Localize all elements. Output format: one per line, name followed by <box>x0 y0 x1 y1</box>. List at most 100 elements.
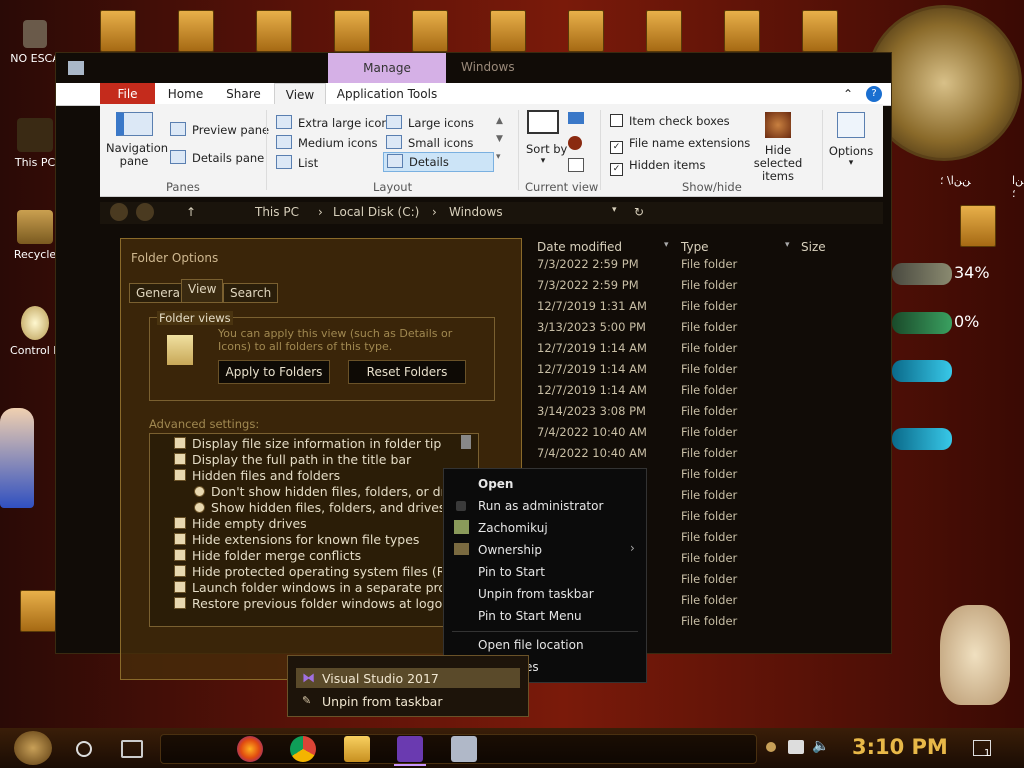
show-hidden-icons[interactable] <box>766 742 776 752</box>
hidden-items-checkbox[interactable]: ✓ <box>610 163 623 176</box>
unpin-from-taskbar-item[interactable]: Unpin from taskbar <box>322 694 442 709</box>
desktop-file-icon[interactable] <box>646 10 682 52</box>
checkbox[interactable] <box>174 533 186 545</box>
desktop-file-icon[interactable] <box>568 10 604 52</box>
menu-item-open[interactable]: Open <box>478 477 513 491</box>
back-button[interactable] <box>110 203 128 221</box>
help-icon[interactable]: ? <box>866 86 882 102</box>
tab-application-tools[interactable]: Application Tools <box>332 83 442 105</box>
table-row[interactable]: 7/4/2022 10:40 AM File folder <box>482 443 782 463</box>
file-name-extensions-option[interactable]: ✓ File name extensions <box>610 136 750 154</box>
menu-item-unpin-from-taskbar[interactable]: Unpin from taskbar <box>478 587 594 601</box>
navigation-pane-button[interactable]: Navigation pane <box>106 112 168 168</box>
tab-view-options[interactable]: View <box>181 279 224 303</box>
up-arrow-icon[interactable]: ↑ <box>186 205 196 219</box>
desktop-file-icon[interactable] <box>178 10 214 52</box>
table-row[interactable]: 12/7/2019 1:14 AM File folder <box>482 359 782 379</box>
layout-large-icons[interactable]: Large icons <box>386 115 474 130</box>
desktop-file-icon[interactable] <box>334 10 370 52</box>
menu-item-ownership[interactable]: Ownership <box>478 543 542 557</box>
file-name-extensions-checkbox[interactable]: ✓ <box>610 141 623 154</box>
table-row[interactable]: 7/3/2022 2:59 PM File folder <box>482 275 782 295</box>
desktop-file-icon[interactable] <box>412 10 448 52</box>
advanced-setting-item[interactable]: Restore previous folder windows at logon <box>166 596 442 612</box>
table-row[interactable]: 12/7/2019 1:14 AM File folder <box>482 380 782 400</box>
layout-details[interactable]: Details <box>383 152 494 172</box>
tab-share[interactable]: Share <box>216 83 271 105</box>
checkbox[interactable] <box>174 453 186 465</box>
checkbox[interactable] <box>174 517 186 529</box>
desktop-file-icon[interactable] <box>20 590 56 632</box>
apply-to-folders-button[interactable]: Apply to Folders <box>218 360 330 384</box>
tab-home[interactable]: Home <box>158 83 213 105</box>
advanced-setting-item[interactable]: Display file size information in folder … <box>166 436 442 452</box>
size-columns-icon[interactable] <box>568 158 584 172</box>
advanced-setting-item[interactable]: Hide folder merge conflicts <box>166 548 442 564</box>
menu-item-pin-to-start-menu[interactable]: Pin to Start Menu <box>478 609 582 623</box>
layout-small-icons[interactable]: Small icons <box>386 135 473 150</box>
table-row[interactable]: 12/7/2019 1:31 AM File folder <box>482 296 782 316</box>
item-check-boxes-checkbox[interactable] <box>610 114 623 127</box>
tab-search[interactable]: Search <box>223 283 279 303</box>
menu-item-zachomikuj[interactable]: Zachomikuj <box>478 521 548 535</box>
menu-item-run-as-administrator[interactable]: Run as administrator <box>478 499 603 513</box>
table-row[interactable]: 3/13/2023 5:00 PM File folder <box>482 317 782 337</box>
add-columns-icon[interactable] <box>568 136 582 150</box>
breadcrumb-this-pc[interactable]: This PC <box>255 205 299 219</box>
advanced-setting-item[interactable]: Launch folder windows in a separate proc… <box>166 580 442 596</box>
visual-studio-taskbar-icon[interactable] <box>397 736 423 762</box>
advanced-setting-item[interactable]: Hidden files and folders <box>166 468 442 484</box>
table-row[interactable]: 7/3/2022 2:59 PM File folder <box>482 254 782 274</box>
app-icon[interactable] <box>451 736 477 762</box>
desktop-file-icon[interactable] <box>802 10 838 52</box>
details-pane-button[interactable]: Details pane <box>170 150 264 165</box>
tab-view[interactable]: View <box>274 83 326 106</box>
desktop-file-icon[interactable] <box>100 10 136 52</box>
checkbox[interactable] <box>174 565 186 577</box>
advanced-setting-item[interactable]: Show hidden files, folders, and drives <box>166 500 442 516</box>
breadcrumb-local-disk[interactable]: Local Disk (C:) <box>333 205 419 219</box>
preview-pane-button[interactable]: Preview pane <box>170 122 269 137</box>
menu-item-pin-to-start[interactable]: Pin to Start <box>478 565 545 579</box>
task-view-icon[interactable] <box>121 740 143 758</box>
desktop-file-icon[interactable] <box>724 10 760 52</box>
table-row[interactable]: 7/4/2022 10:40 AM File folder <box>482 422 782 442</box>
refresh-icon[interactable]: ↻ <box>634 205 644 219</box>
advanced-setting-item[interactable]: Display the full path in the title bar <box>166 452 442 468</box>
tab-file[interactable]: File <box>100 83 155 105</box>
desktop-file-icon[interactable] <box>960 205 996 247</box>
layout-list[interactable]: List <box>276 155 318 170</box>
volume-icon[interactable]: 🔈 <box>812 738 830 756</box>
advanced-setting-item[interactable]: Hide empty drives <box>166 516 442 532</box>
advanced-setting-item[interactable]: Hide extensions for known file types <box>166 532 442 548</box>
advanced-setting-item[interactable]: Don't show hidden files, folders, or dri… <box>166 484 442 500</box>
address-dropdown-icon[interactable]: ▾ <box>612 205 617 215</box>
layout-extra-large-icons[interactable]: Extra large icons <box>276 115 395 130</box>
column-header-type[interactable]: Type <box>681 240 709 254</box>
reset-folders-button[interactable]: Reset Folders <box>348 360 466 384</box>
checkbox[interactable] <box>174 549 186 561</box>
group-by-icon[interactable] <box>568 112 584 124</box>
hidden-items-option[interactable]: ✓ Hidden items <box>610 158 705 176</box>
network-icon[interactable] <box>788 740 804 754</box>
desktop-file-icon[interactable] <box>490 10 526 52</box>
checkbox[interactable] <box>174 581 186 593</box>
file-explorer-icon[interactable] <box>344 736 370 762</box>
checkbox[interactable] <box>174 437 186 449</box>
layout-scroll-icon[interactable]: ▲ ▼ ▾ <box>496 112 503 166</box>
chrome-icon[interactable] <box>290 736 316 762</box>
advanced-settings-scrollbar[interactable] <box>461 435 471 449</box>
layout-medium-icons[interactable]: Medium icons <box>276 135 377 150</box>
address-bar[interactable]: ↑ This PC › Local Disk (C:) › Windows ▾ … <box>100 202 883 224</box>
forward-button[interactable] <box>136 203 154 221</box>
sort-by-button[interactable]: Sort by ▾ <box>526 110 567 166</box>
advanced-setting-item[interactable]: Hide protected operating system files (R… <box>166 564 442 580</box>
options-button[interactable]: Options ▾ <box>826 112 876 168</box>
table-row[interactable]: 12/7/2019 1:14 AM File folder <box>482 338 782 358</box>
cortana-icon[interactable] <box>76 741 92 757</box>
radio-button[interactable] <box>194 486 205 497</box>
clock-time[interactable]: 3:10 PM <box>852 735 948 759</box>
table-row[interactable]: 3/14/2023 3:08 PM File folder <box>482 401 782 421</box>
checkbox[interactable] <box>174 597 186 609</box>
menu-item-open-file-location[interactable]: Open file location <box>478 638 584 652</box>
